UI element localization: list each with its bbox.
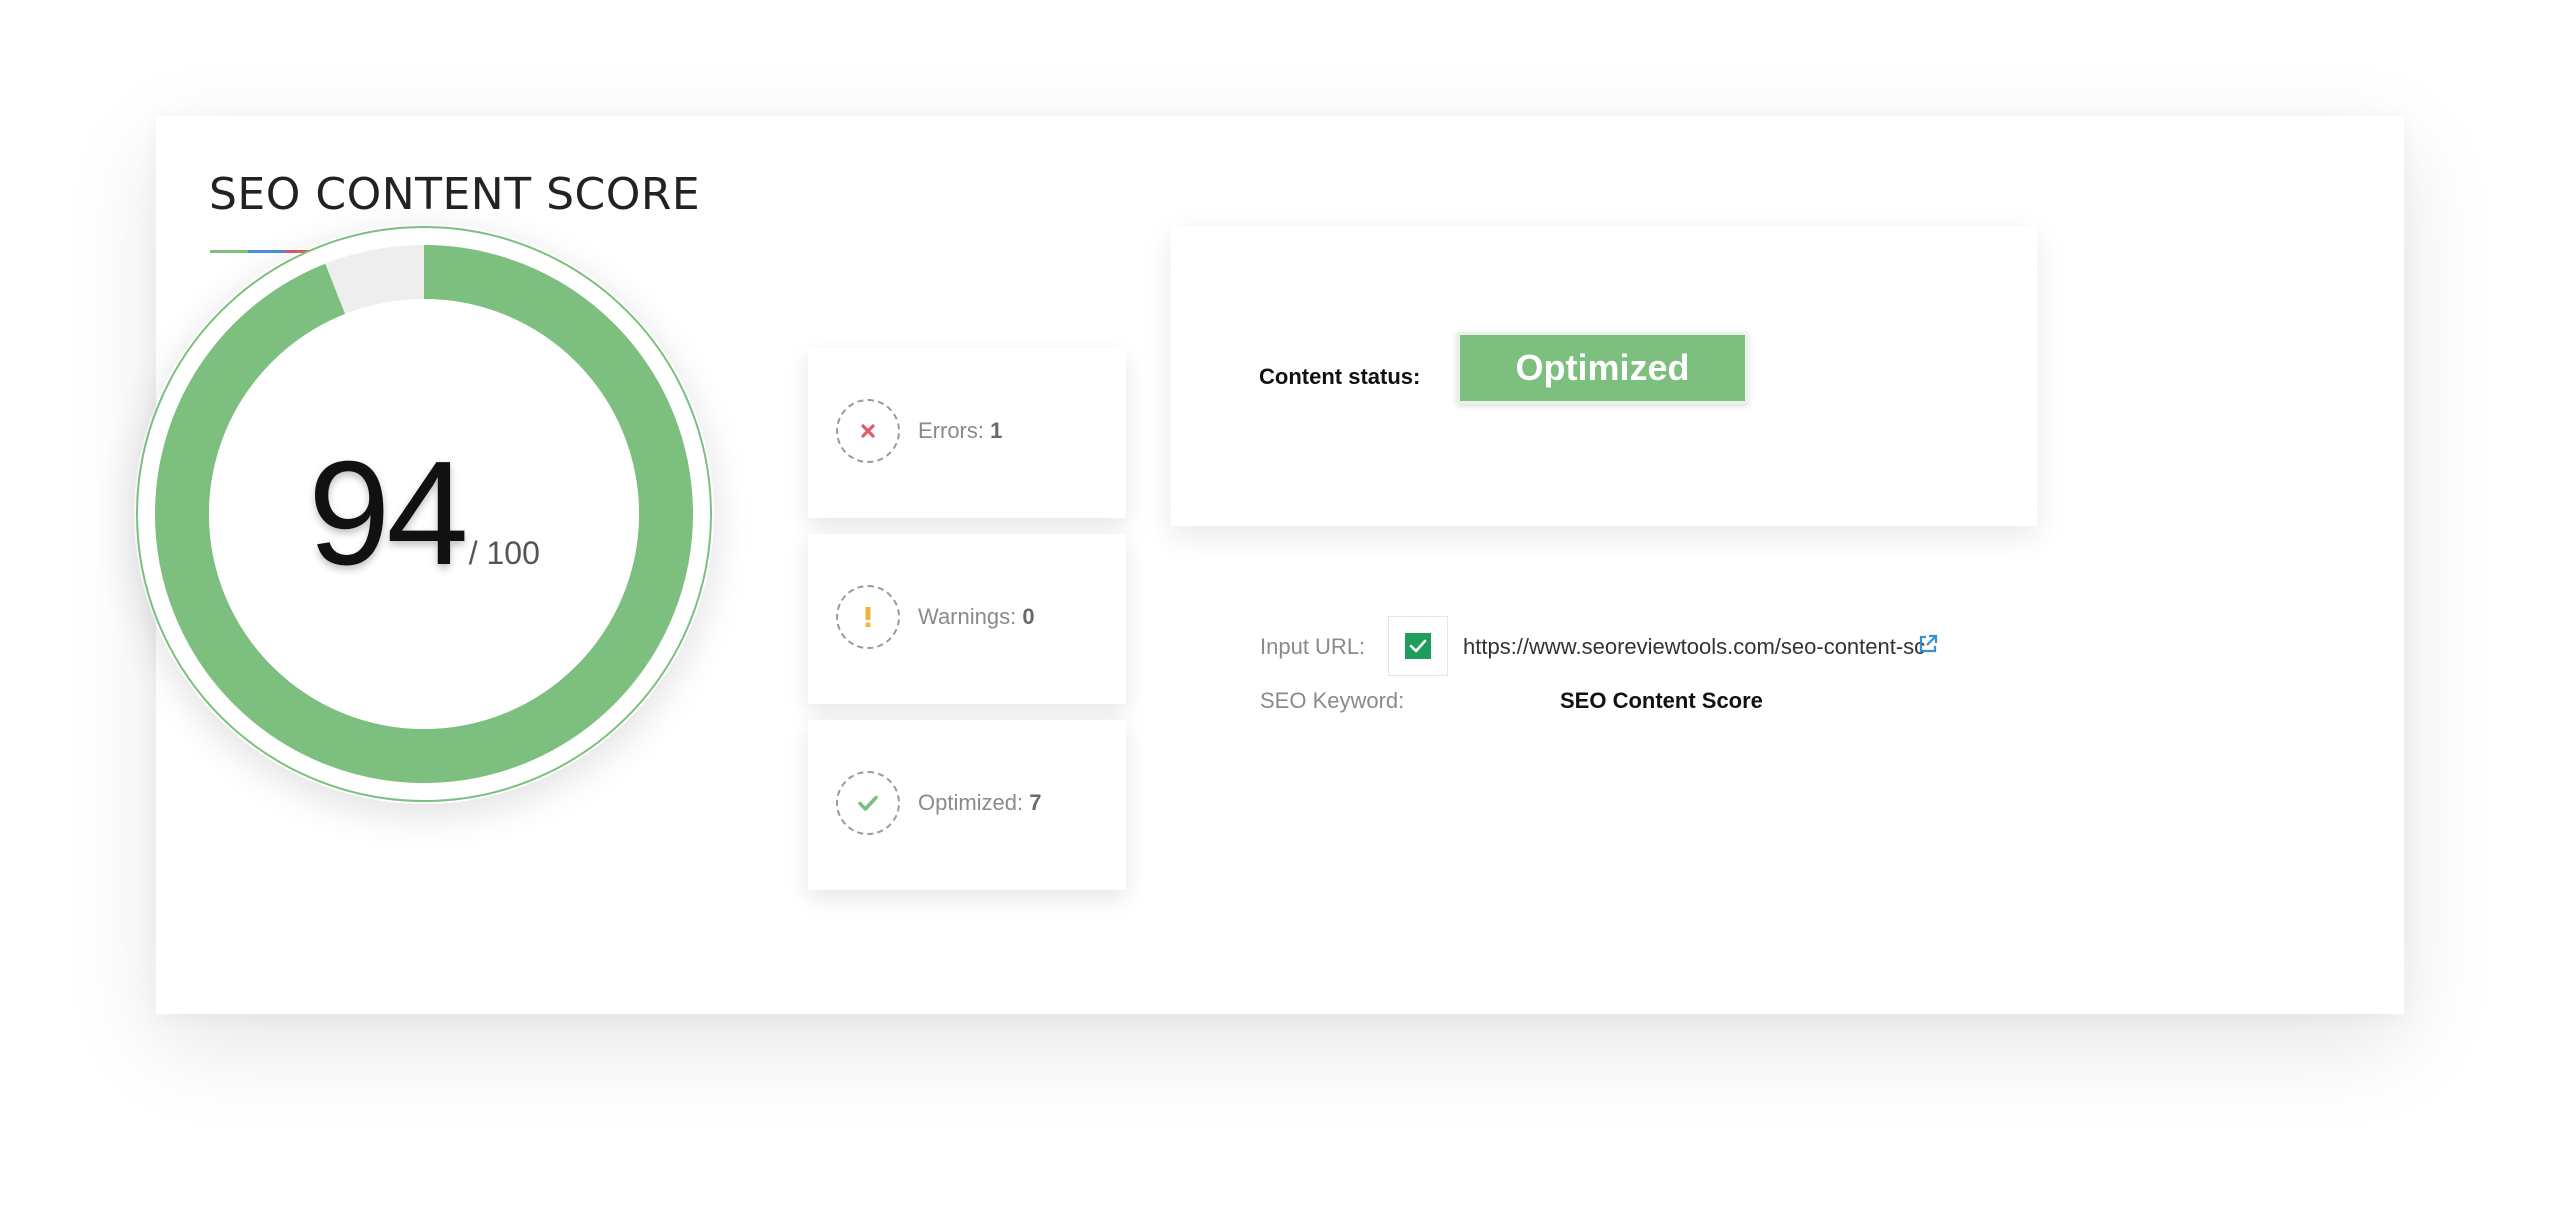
- x-icon: [836, 399, 900, 463]
- content-status-panel: Content status: Optimized: [1171, 226, 2037, 526]
- warnings-label-text: Warnings:: [918, 604, 1017, 629]
- optimized-box: Optimized: 7: [808, 720, 1126, 890]
- seo-keyword-value: SEO Content Score: [1560, 688, 1763, 713]
- optimized-label: Optimized: 7: [918, 790, 1042, 816]
- external-link-icon[interactable]: [1917, 633, 1939, 655]
- checkmark-icon: [1405, 633, 1431, 659]
- score-display: 94/ 100: [134, 224, 714, 804]
- errors-box: Errors: 1: [808, 348, 1126, 518]
- url-checkbox[interactable]: [1388, 616, 1448, 676]
- content-status-label: Content status:: [1259, 364, 1421, 389]
- warnings-count: 0: [1022, 604, 1035, 629]
- optimized-count: 7: [1029, 790, 1042, 815]
- check-icon: [836, 771, 900, 835]
- errors-label: Errors: 1: [918, 418, 1002, 444]
- errors-count: 1: [990, 418, 1003, 443]
- score-max: / 100: [468, 535, 540, 571]
- input-url-label: Input URL:: [1260, 634, 1366, 659]
- score-gauge: 94/ 100: [134, 224, 714, 804]
- seo-keyword-label: SEO Keyword:: [1260, 688, 1405, 713]
- input-url-value: https://www.seoreviewtools.com/seo-conte…: [1463, 634, 1926, 659]
- score-value: 94: [308, 431, 469, 596]
- errors-label-text: Errors:: [918, 418, 984, 443]
- optimized-label-text: Optimized:: [918, 790, 1024, 815]
- warnings-label: Warnings: 0: [918, 604, 1035, 630]
- page-title: SEO CONTENT SCORE: [209, 169, 701, 220]
- exclamation-icon: [836, 585, 900, 649]
- warnings-box: Warnings: 0: [808, 534, 1126, 704]
- content-status-badge: Optimized: [1457, 332, 1748, 404]
